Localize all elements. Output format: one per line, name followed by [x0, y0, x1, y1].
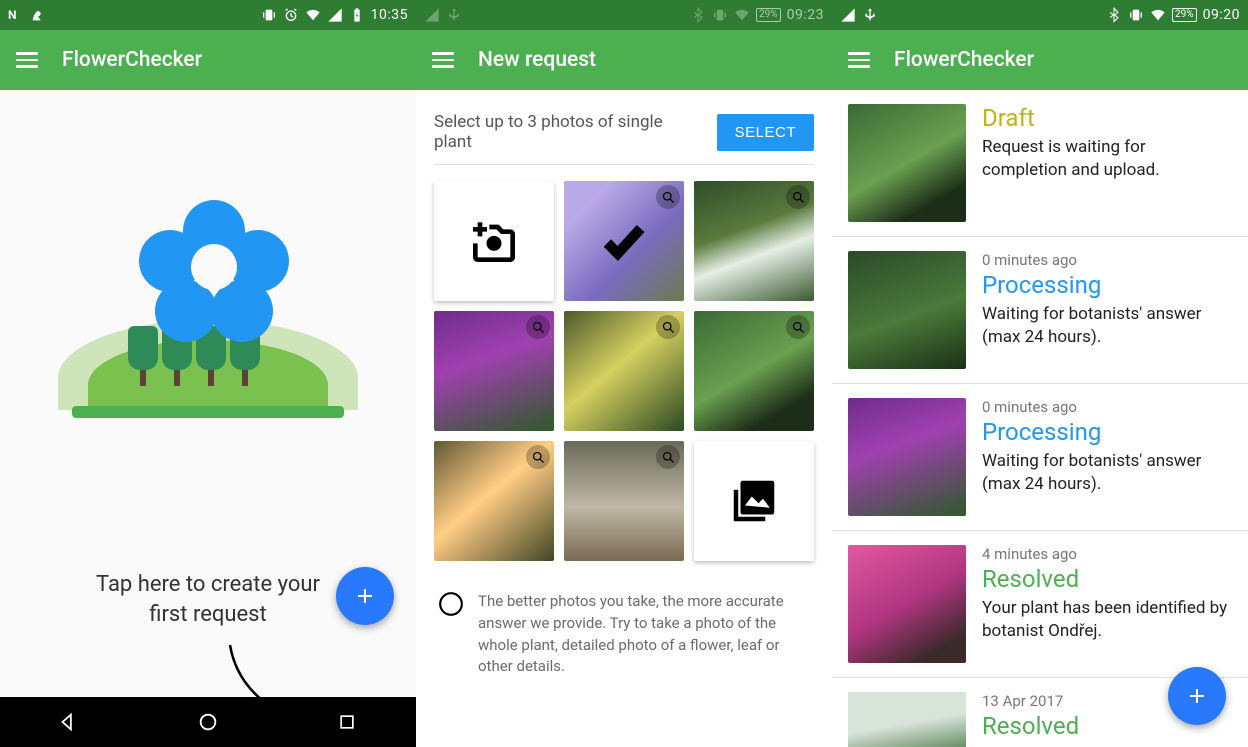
new-request-fab[interactable]	[336, 567, 394, 625]
menu-icon[interactable]	[16, 52, 38, 68]
flower-illustration	[58, 190, 358, 410]
screen-request-list: 29% 09:20 FlowerChecker Draft Request is…	[832, 0, 1248, 747]
wifi-icon	[305, 7, 321, 23]
request-status: Resolved	[982, 565, 1232, 593]
status-bar: 29% 09:23	[416, 0, 832, 30]
app-title: New request	[478, 48, 596, 72]
photo-tile[interactable]	[434, 311, 554, 431]
photo-tile[interactable]	[564, 311, 684, 431]
app-bar: New request	[416, 30, 832, 90]
request-description: Waiting for botanists' answer (max 24 ho…	[982, 450, 1232, 496]
request-description: Request is waiting for completion and up…	[982, 136, 1232, 182]
magnify-icon[interactable]	[786, 315, 810, 339]
photo-tile[interactable]	[434, 441, 554, 561]
wifi-icon	[1150, 7, 1166, 23]
request-item[interactable]: Draft Request is waiting for completion …	[832, 90, 1248, 237]
photo-grid	[434, 181, 814, 561]
new-request-body: Select up to 3 photos of single plant SE…	[416, 90, 832, 747]
request-thumbnail	[848, 251, 966, 369]
app-title: FlowerChecker	[894, 48, 1034, 72]
request-thumbnail	[848, 398, 966, 516]
gallery-icon	[727, 474, 781, 528]
magnify-icon[interactable]	[656, 315, 680, 339]
usb-icon	[862, 7, 878, 23]
alarm-icon	[283, 7, 299, 23]
request-status: Processing	[982, 418, 1232, 446]
screen-new-request: 29% 09:23 New request Select up to 3 pho…	[416, 0, 832, 747]
usb-icon	[446, 7, 462, 23]
status-clock: 09:23	[787, 7, 824, 23]
app-bar: FlowerChecker	[832, 30, 1248, 90]
vibrate-icon	[261, 7, 277, 23]
signal-icon	[327, 7, 343, 23]
signal-icon	[424, 7, 440, 23]
request-time: 0 minutes ago	[982, 251, 1232, 269]
request-description: Waiting for botanists' answer (max 24 ho…	[982, 303, 1232, 349]
request-item[interactable]: 4 minutes ago Resolved Your plant has be…	[832, 531, 1248, 678]
request-list: Draft Request is waiting for completion …	[832, 90, 1248, 747]
photo-tile[interactable]	[694, 181, 814, 301]
request-description: Your plant has been identified by botani…	[982, 597, 1232, 643]
camera-tile[interactable]	[434, 181, 554, 301]
add-photo-icon	[466, 213, 522, 269]
battery-level: 29%	[1172, 8, 1197, 22]
bluetooth-icon	[1106, 7, 1122, 23]
request-time: 0 minutes ago	[982, 398, 1232, 416]
info-text: The better photos you take, the more acc…	[478, 591, 810, 678]
selected-check-icon	[564, 181, 684, 301]
back-button[interactable]	[52, 705, 86, 739]
status-bar: 29% 09:20	[832, 0, 1248, 30]
request-item[interactable]: 0 minutes ago Processing Waiting for bot…	[832, 237, 1248, 384]
battery-charging-icon	[349, 7, 365, 23]
request-time: 4 minutes ago	[982, 545, 1232, 563]
status-clock: 10:35	[371, 7, 408, 23]
signal-icon	[840, 7, 856, 23]
vibrate-icon	[712, 7, 728, 23]
select-button[interactable]: SELECT	[717, 114, 814, 151]
request-thumbnail	[848, 692, 966, 747]
status-bar: N 10:35	[0, 0, 416, 30]
screen-home: N 10:35 FlowerChecker	[0, 0, 416, 747]
magnify-icon[interactable]	[786, 185, 810, 209]
photo-tile[interactable]	[564, 181, 684, 301]
request-item[interactable]: 0 minutes ago Processing Waiting for bot…	[832, 384, 1248, 531]
wifi-icon	[734, 7, 750, 23]
app-title: FlowerChecker	[62, 48, 202, 72]
request-status: Processing	[982, 271, 1232, 299]
request-thumbnail	[848, 545, 966, 663]
photo-tile[interactable]	[564, 441, 684, 561]
bluetooth-icon	[690, 7, 706, 23]
notification-animal-icon	[30, 7, 46, 23]
menu-icon[interactable]	[432, 52, 454, 68]
info-row: The better photos you take, the more acc…	[434, 591, 814, 696]
info-icon	[438, 591, 464, 617]
battery-level: 29%	[756, 8, 781, 22]
gallery-tile[interactable]	[694, 441, 814, 561]
notification-n-icon: N	[8, 7, 24, 23]
magnify-icon[interactable]	[526, 315, 550, 339]
status-clock: 09:20	[1203, 7, 1240, 23]
new-request-fab[interactable]	[1168, 667, 1226, 725]
app-bar: FlowerChecker	[0, 30, 416, 90]
request-thumbnail	[848, 104, 966, 222]
home-body: Tap here to create your first request	[0, 90, 416, 697]
first-request-hint: Tap here to create your first request	[48, 570, 368, 629]
magnify-icon[interactable]	[656, 445, 680, 469]
svg-text:N: N	[8, 8, 16, 22]
menu-icon[interactable]	[848, 52, 870, 68]
photo-tile[interactable]	[694, 311, 814, 431]
select-hint-label: Select up to 3 photos of single plant	[434, 112, 705, 152]
request-status: Draft	[982, 104, 1232, 132]
hint-arrow-icon	[210, 635, 360, 747]
magnify-icon[interactable]	[526, 445, 550, 469]
vibrate-icon	[1128, 7, 1144, 23]
